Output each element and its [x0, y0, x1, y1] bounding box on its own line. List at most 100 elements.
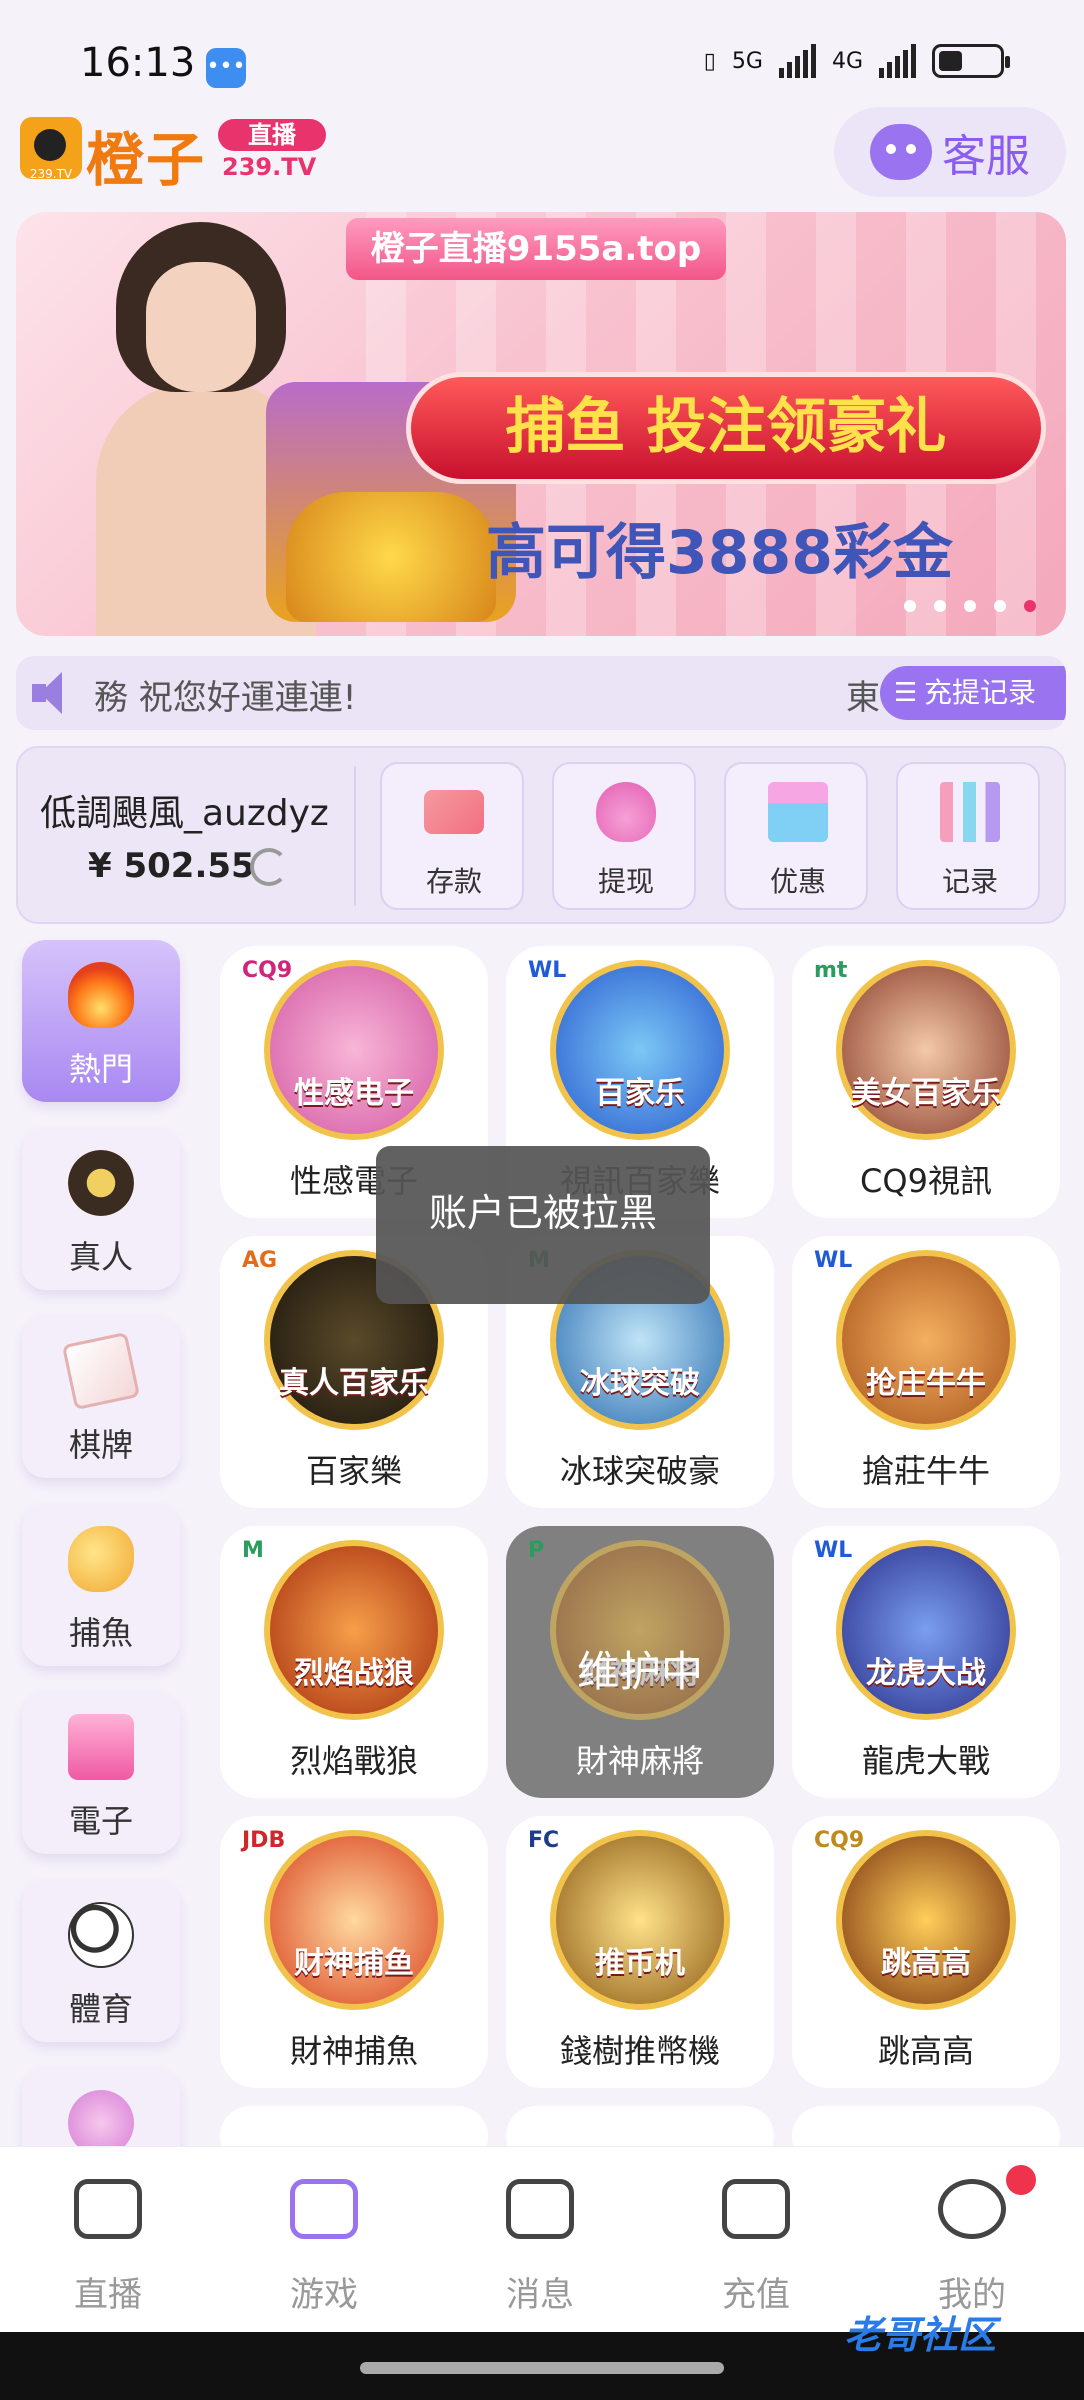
message-notification-icon: ••• — [206, 48, 246, 88]
fish-icon — [68, 1526, 134, 1592]
speaker-icon — [32, 672, 76, 714]
game-tile[interactable]: 抢庄牛牛 WL 搶莊牛牛 — [792, 1236, 1060, 1508]
category-cards[interactable]: 棋牌 — [22, 1316, 180, 1478]
game-name: 財神麻將 — [575, 1742, 704, 1780]
category-label: 體育 — [68, 1990, 133, 2028]
nav-label: 充值 — [722, 2275, 790, 2315]
logo-text: 橙子 — [86, 126, 207, 194]
game-name: 冰球突破豪 — [559, 1452, 720, 1490]
category-hot[interactable]: 熱門 — [22, 940, 180, 1102]
game-provider-badge: WL — [814, 1538, 853, 1563]
banner-dot[interactable] — [934, 600, 946, 612]
account-panel: 低調颶風_auzdyz ¥ 502.55 存款 提现 优惠 记录 — [16, 746, 1066, 924]
game-provider-badge: AG — [242, 1248, 278, 1273]
banner-dot[interactable] — [994, 600, 1006, 612]
game-provider-badge: CQ9 — [242, 958, 293, 983]
withdraw-bag-icon — [596, 782, 656, 842]
game-provider-badge: M — [242, 1538, 264, 1563]
category-label: 棋牌 — [68, 1426, 133, 1464]
nav-live[interactable]: 直播 — [0, 2171, 216, 2321]
game-tile[interactable]: 龙虎大战 WL 龍虎大戰 — [792, 1526, 1060, 1798]
category-label: 捕魚 — [68, 1614, 133, 1652]
game-tile[interactable]: 推币机 FC 錢樹推幣機 — [506, 1816, 774, 2088]
video-icon — [74, 2179, 142, 2239]
wallet-icon — [722, 2179, 790, 2239]
game-name: 烈焰戰狼 — [289, 1742, 418, 1780]
category-fishing[interactable]: 捕魚 — [22, 1504, 180, 1666]
signal-icon — [778, 44, 816, 78]
maintenance-label: 维护中 — [576, 1647, 703, 1696]
battery-icon — [932, 44, 1010, 78]
deposit-label: 存款 — [425, 865, 482, 898]
game-tile-maintenance[interactable]: 财神麻将 P 维护中 財神麻將 — [506, 1526, 774, 1798]
status-time: 16:13 — [80, 40, 196, 86]
game-provider-badge: mt — [814, 958, 848, 983]
promo-banner[interactable]: 橙子直播9155a.top 捕鱼 投注领豪礼 高可得3888彩金 — [16, 212, 1066, 636]
home-indicator[interactable] — [360, 2362, 724, 2374]
divider — [354, 766, 356, 906]
records-label: 记录 — [941, 865, 998, 898]
soccer-ball-icon — [68, 1902, 134, 1968]
game-name: 搶莊牛牛 — [861, 1452, 990, 1490]
announcement-marquee[interactable]: 務 祝您好運連連! 東 充提记录 — [16, 656, 1066, 730]
game-name: 財神捕魚 — [289, 2032, 418, 2070]
watermark-logo: 老哥社区 — [844, 2313, 997, 2357]
profile-icon — [938, 2179, 1006, 2239]
game-provider-badge: CQ9 — [814, 1828, 865, 1853]
game-art: 财神捕鱼 — [264, 1830, 444, 2010]
vibrate-icon: ▯ — [703, 48, 716, 74]
gift-icon — [768, 782, 828, 842]
nav-label: 游戏 — [290, 2275, 358, 2315]
toast-message: 账户已被拉黑 — [376, 1146, 710, 1304]
deposit-card-icon — [424, 790, 484, 834]
game-tile[interactable]: 跳高高 CQ9 跳高高 — [792, 1816, 1060, 2088]
category-label: 真人 — [68, 1238, 133, 1276]
category-sports[interactable]: 體育 — [22, 1880, 180, 2042]
network-4g-label: 4G — [831, 48, 863, 74]
category-live[interactable]: 真人 — [22, 1128, 180, 1290]
banner-dot[interactable] — [1024, 600, 1036, 612]
category-label: 熱門 — [68, 1050, 133, 1088]
nav-games[interactable]: 游戏 — [216, 2171, 432, 2321]
marquee-text-tail: 東 — [846, 678, 880, 718]
game-art: 百家乐 — [550, 960, 730, 1140]
game-art: 烈焰战狼 — [264, 1540, 444, 1720]
game-tile[interactable]: 烈焰战狼 M 烈焰戰狼 — [220, 1526, 488, 1798]
chart-icon — [940, 782, 1000, 842]
nav-messages[interactable]: 消息 — [432, 2171, 648, 2321]
banner-top-text: 橙子直播9155a.top — [346, 218, 726, 280]
marquee-text: 務 祝您好運連連! — [94, 678, 357, 718]
game-provider-badge: P — [528, 1538, 545, 1563]
game-tile[interactable]: 财神捕鱼 JDB 財神捕魚 — [220, 1816, 488, 2088]
refresh-balance-icon[interactable] — [250, 848, 288, 886]
deposit-button[interactable]: 存款 — [380, 762, 524, 910]
game-art: 美女百家乐 — [836, 960, 1016, 1140]
customer-service-button[interactable]: 客服 — [834, 107, 1066, 197]
withdraw-label: 提现 — [597, 865, 654, 898]
game-art: 跳高高 — [836, 1830, 1016, 2010]
game-art: 抢庄牛牛 — [836, 1250, 1016, 1430]
chat-icon — [506, 2179, 574, 2239]
banner-dot[interactable] — [904, 600, 916, 612]
nav-label: 直播 — [74, 2275, 142, 2315]
category-slots[interactable]: 電子 — [22, 1692, 180, 1854]
promotions-button[interactable]: 优惠 — [724, 762, 868, 910]
live-badge: 直播 — [218, 119, 326, 151]
withdraw-button[interactable]: 提现 — [552, 762, 696, 910]
customer-service-icon — [870, 124, 932, 180]
game-provider-badge: FC — [528, 1828, 560, 1853]
nav-label: 消息 — [506, 2275, 574, 2315]
nav-recharge[interactable]: 充值 — [648, 2171, 864, 2321]
game-tile[interactable]: 美女百家乐 mt CQ9視訊 — [792, 946, 1060, 1218]
notification-badge — [1006, 2165, 1036, 2195]
banner-dot[interactable] — [964, 600, 976, 612]
card-icon — [61, 1331, 141, 1411]
records-button[interactable]: 记录 — [896, 762, 1040, 910]
banner-pagination[interactable] — [904, 600, 1036, 612]
transaction-record-button[interactable]: 充提记录 — [880, 666, 1066, 720]
game-name: CQ9視訊 — [860, 1162, 992, 1200]
game-provider-badge: JDB — [242, 1828, 286, 1853]
game-provider-badge: WL — [814, 1248, 853, 1273]
nav-profile[interactable]: 我的 — [864, 2165, 1080, 2321]
category-label: 電子 — [68, 1802, 133, 1840]
